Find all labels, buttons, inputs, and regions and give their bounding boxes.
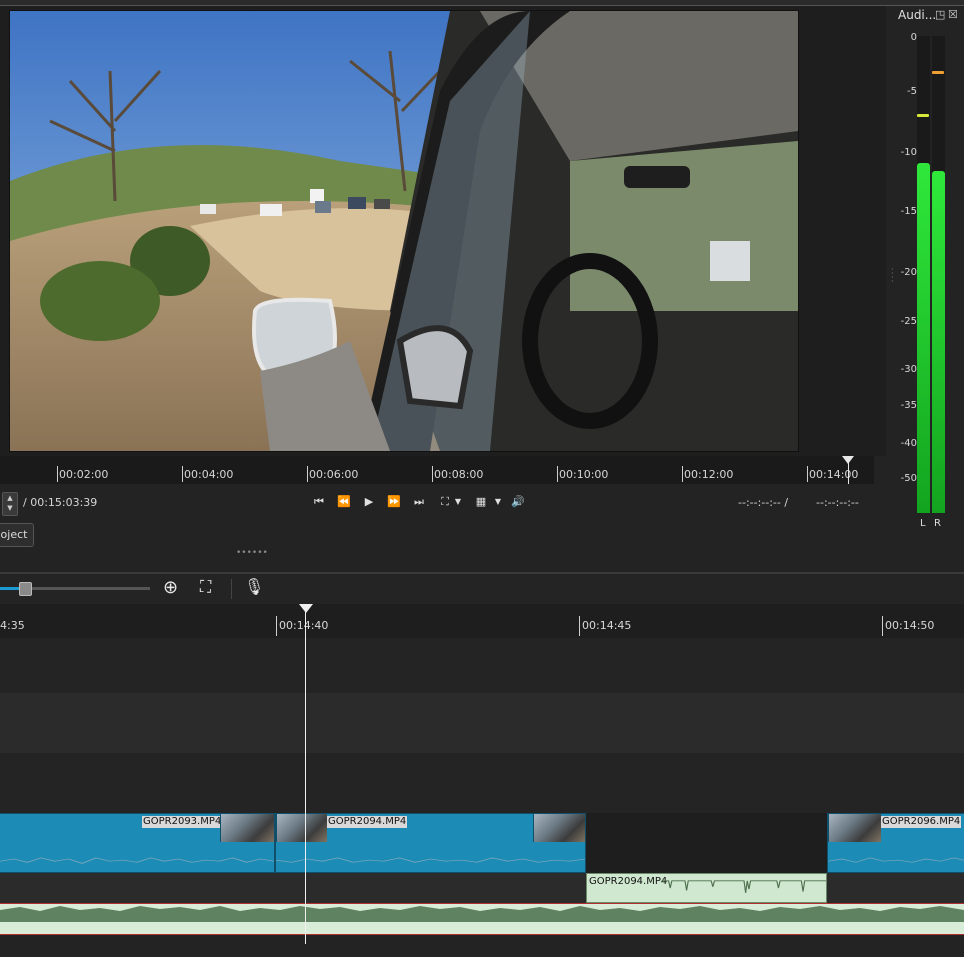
- rewind-icon[interactable]: ⏪: [334, 492, 354, 512]
- audio-clip[interactable]: GOPR2094.MP4: [586, 873, 827, 903]
- record-audio-icon[interactable]: 🎙: [244, 577, 264, 596]
- audio-clip-waveform: [662, 880, 826, 893]
- scrub-label: 00:12:00: [684, 468, 734, 481]
- track-video-1[interactable]: [0, 753, 964, 813]
- meter-scale-label: -25: [900, 316, 917, 327]
- track-video-3[interactable]: [0, 638, 964, 693]
- timeline-bottom: [0, 935, 964, 957]
- clip-thumbnail: [220, 814, 274, 842]
- meter-scale-label: -35: [900, 400, 917, 411]
- meter-scale-label: -15: [900, 206, 917, 217]
- skip-to-end-icon[interactable]: ⏭: [409, 492, 429, 512]
- meter-scale-label: -10: [900, 147, 917, 158]
- timeline-playhead-line[interactable]: [305, 604, 306, 944]
- timeline-ruler-tick: [276, 616, 277, 636]
- skip-to-start-icon[interactable]: ⏮: [309, 492, 329, 512]
- spin-up-icon[interactable]: ▲: [3, 493, 17, 503]
- timeline-ruler-tick: [579, 616, 580, 636]
- meter-bar-right: [932, 36, 945, 513]
- timeline-ruler-label: 00:14:50: [885, 619, 935, 632]
- clip-thumbnail: [276, 814, 327, 842]
- close-panel-icon[interactable]: ☒: [948, 8, 958, 21]
- meter-scale-label: -50: [900, 473, 917, 484]
- timeline-ruler-label: 4:35: [0, 619, 25, 632]
- timeline-ruler-label: 00:14:45: [582, 619, 632, 632]
- timeline-ruler-tick: [882, 616, 883, 636]
- zoom-slider-handle[interactable]: [19, 582, 32, 596]
- scrub-label: 00:06:00: [309, 468, 359, 481]
- video-clip[interactable]: GOPR2096.MP4: [827, 813, 964, 873]
- scrub-tick: [57, 466, 58, 482]
- meter-scale-label: 0: [910, 32, 917, 43]
- grid-dropdown-chevron-icon[interactable]: ▼: [492, 492, 504, 512]
- clip-waveform: [828, 857, 964, 863]
- meter-bar-left: [917, 36, 930, 513]
- zoom-in-icon[interactable]: ⊕: [163, 577, 178, 598]
- scrub-tick: [182, 466, 183, 482]
- clip-waveform: [0, 857, 274, 864]
- clip-name: GOPR2094.MP4: [327, 816, 408, 828]
- meter-level-left: [917, 162, 930, 513]
- out-point-timecode: --:--:--:--: [816, 496, 859, 509]
- meter-scale-label: -5: [907, 86, 917, 97]
- scrub-ruler[interactable]: 00:02:00 00:04:00 00:06:00 00:08:00 00:1…: [0, 456, 874, 484]
- timeline-ruler[interactable]: 4:35 00:14:40 00:14:45 00:14:50: [0, 604, 964, 638]
- volume-icon[interactable]: 🔊: [508, 492, 528, 512]
- timeline-playhead-icon[interactable]: [299, 604, 313, 613]
- clip-thumbnail: [828, 814, 881, 842]
- zoom-slider-fill: [0, 587, 20, 590]
- timecode-spinner[interactable]: ▲ ▼: [2, 492, 18, 516]
- scrub-label: 00:02:00: [59, 468, 109, 481]
- meter-peak-indicator: [917, 114, 929, 117]
- clip-name: GOPR2096.MP4: [881, 816, 962, 828]
- audio-meter-title: Audi...: [898, 8, 937, 22]
- clip-name: GOPR2094.MP4: [589, 876, 668, 887]
- grid-icon[interactable]: ▦: [471, 492, 491, 512]
- meter-peak-indicator: [932, 71, 944, 74]
- scrub-playhead-line: [848, 462, 849, 484]
- master-audio-clip[interactable]: [0, 903, 964, 935]
- clip-thumbnail: [533, 814, 585, 842]
- panel-resize-grip[interactable]: ••••••: [236, 548, 268, 558]
- meter-right-label: R: [934, 518, 941, 529]
- audio-meter-panel: Audi... ◳ ☒ 0 -5 -10 -15 -20 -25 -30 -35…: [887, 6, 964, 566]
- timeline-ruler-label: 00:14:40: [279, 619, 329, 632]
- scrub-tick: [682, 466, 683, 482]
- zoom-dropdown-chevron-icon[interactable]: ▼: [452, 492, 464, 512]
- video-frame[interactable]: [9, 10, 799, 452]
- play-icon[interactable]: ▶: [359, 492, 379, 512]
- clip-name: GOPR2093.MP4: [142, 816, 223, 828]
- scrub-tick: [807, 466, 808, 482]
- meter-resize-grip[interactable]: · · · ·: [891, 266, 894, 286]
- fast-forward-icon[interactable]: ⏩: [384, 492, 404, 512]
- scrub-label: 00:10:00: [559, 468, 609, 481]
- track-video-2[interactable]: [0, 693, 964, 753]
- toolbar-separator: [231, 579, 232, 599]
- scrub-label: 00:14:00: [809, 468, 859, 481]
- scrub-tick: [557, 466, 558, 482]
- master-audio-waveform: [0, 906, 964, 922]
- meter-scale-label: -40: [900, 438, 917, 449]
- scrub-label: 00:08:00: [434, 468, 484, 481]
- scrub-tick: [432, 466, 433, 482]
- zoom-fit-timeline-icon[interactable]: ⛶: [200, 577, 211, 597]
- video-frame-image: [10, 11, 798, 451]
- meter-left-label: L: [920, 518, 926, 529]
- video-clip[interactable]: GOPR2093.MP4: [0, 813, 275, 873]
- video-clip[interactable]: GOPR2094.MP4: [275, 813, 586, 873]
- scrub-tick: [307, 466, 308, 482]
- project-button[interactable]: oject: [0, 523, 34, 547]
- meter-level-right: [932, 170, 945, 513]
- clip-waveform: [276, 857, 585, 863]
- meter-scale-label: -30: [900, 364, 917, 375]
- in-point-timecode: --:--:--:-- /: [738, 496, 789, 509]
- scrub-label: 00:04:00: [184, 468, 234, 481]
- spin-down-icon[interactable]: ▼: [3, 503, 17, 513]
- float-panel-icon[interactable]: ◳: [935, 8, 945, 21]
- duration-label: / 00:15:03:39: [23, 496, 98, 509]
